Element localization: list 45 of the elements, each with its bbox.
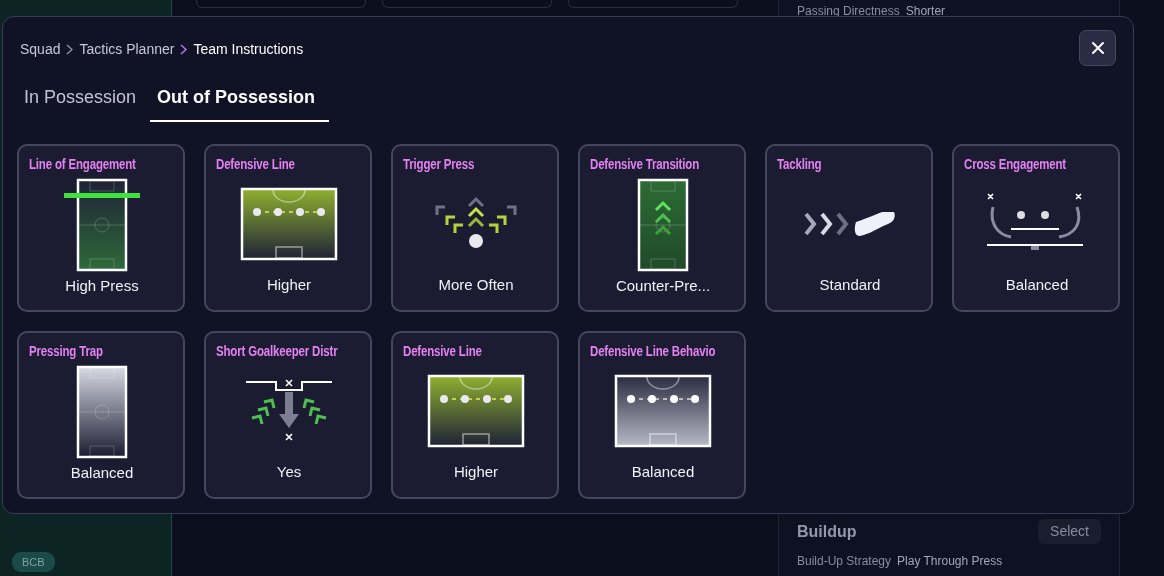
setting-label: Build-Up Strategy bbox=[797, 554, 892, 568]
card-title: Defensive Line bbox=[216, 155, 295, 174]
instruction-card[interactable]: Cross Engagement Balanced bbox=[952, 144, 1120, 312]
setting-label: Passing Directness bbox=[797, 4, 900, 18]
breadcrumb-link[interactable]: Squad bbox=[20, 39, 61, 60]
card-value: More Often bbox=[438, 274, 514, 295]
chevron-icon bbox=[66, 44, 74, 55]
setting-value: Shorter bbox=[905, 4, 946, 18]
card-value: Yes bbox=[276, 461, 302, 482]
instruction-card[interactable]: Short Goalkeeper Distr Yes bbox=[204, 331, 372, 499]
instruction-card[interactable]: Pressing Trap Balanced bbox=[17, 331, 185, 499]
card-title: Tackling bbox=[777, 155, 822, 174]
tab[interactable]: In Possession bbox=[17, 82, 151, 122]
setting-value: Play Through Press bbox=[897, 554, 1003, 568]
tab[interactable]: Out of Possession bbox=[150, 82, 330, 122]
card-title: Cross Engagement bbox=[964, 155, 1066, 174]
instruction-card[interactable]: Line of Engagement High Press bbox=[17, 144, 185, 312]
card-title: Trigger Press bbox=[403, 155, 475, 174]
card-value: Higher bbox=[266, 274, 312, 295]
close-button[interactable] bbox=[1079, 30, 1116, 66]
position-badge: BCB bbox=[12, 551, 55, 572]
card-title: Line of Engagement bbox=[29, 155, 136, 174]
breadcrumb-link[interactable]: Tactics Planner bbox=[79, 39, 175, 60]
card-title: Defensive Line bbox=[403, 342, 482, 361]
card-value: Counter-Pre... bbox=[615, 276, 711, 296]
instruction-card[interactable]: Defensive Line Higher bbox=[391, 331, 559, 499]
instruction-card[interactable]: Defensive Transition Counter-Pre... bbox=[578, 144, 746, 312]
card-value: Balanced bbox=[1005, 274, 1069, 295]
card-value: Higher bbox=[453, 461, 499, 482]
instruction-card[interactable]: Defensive Line Higher bbox=[204, 144, 372, 312]
instruction-card[interactable]: Tackling Standard bbox=[765, 144, 933, 312]
card-value: Balanced bbox=[70, 463, 134, 483]
section-title: Buildup bbox=[797, 521, 857, 542]
card-value: Standard bbox=[819, 274, 881, 295]
breadcrumb-current: Team Instructions bbox=[193, 40, 304, 59]
close-icon bbox=[1090, 41, 1105, 55]
card-title: Defensive Line Behavio bbox=[590, 342, 716, 361]
card-title: Pressing Trap bbox=[29, 342, 103, 361]
card-value: High Press bbox=[65, 276, 139, 296]
card-value: Balanced bbox=[631, 461, 695, 482]
instruction-card[interactable]: Trigger Press More Often bbox=[391, 144, 559, 312]
card-title: Defensive Transition bbox=[590, 155, 699, 174]
card-title: Short Goalkeeper Distr bbox=[216, 342, 338, 361]
select-button[interactable]: Select bbox=[1038, 519, 1101, 544]
instruction-card[interactable]: Defensive Line Behavio Balanced bbox=[578, 331, 746, 499]
